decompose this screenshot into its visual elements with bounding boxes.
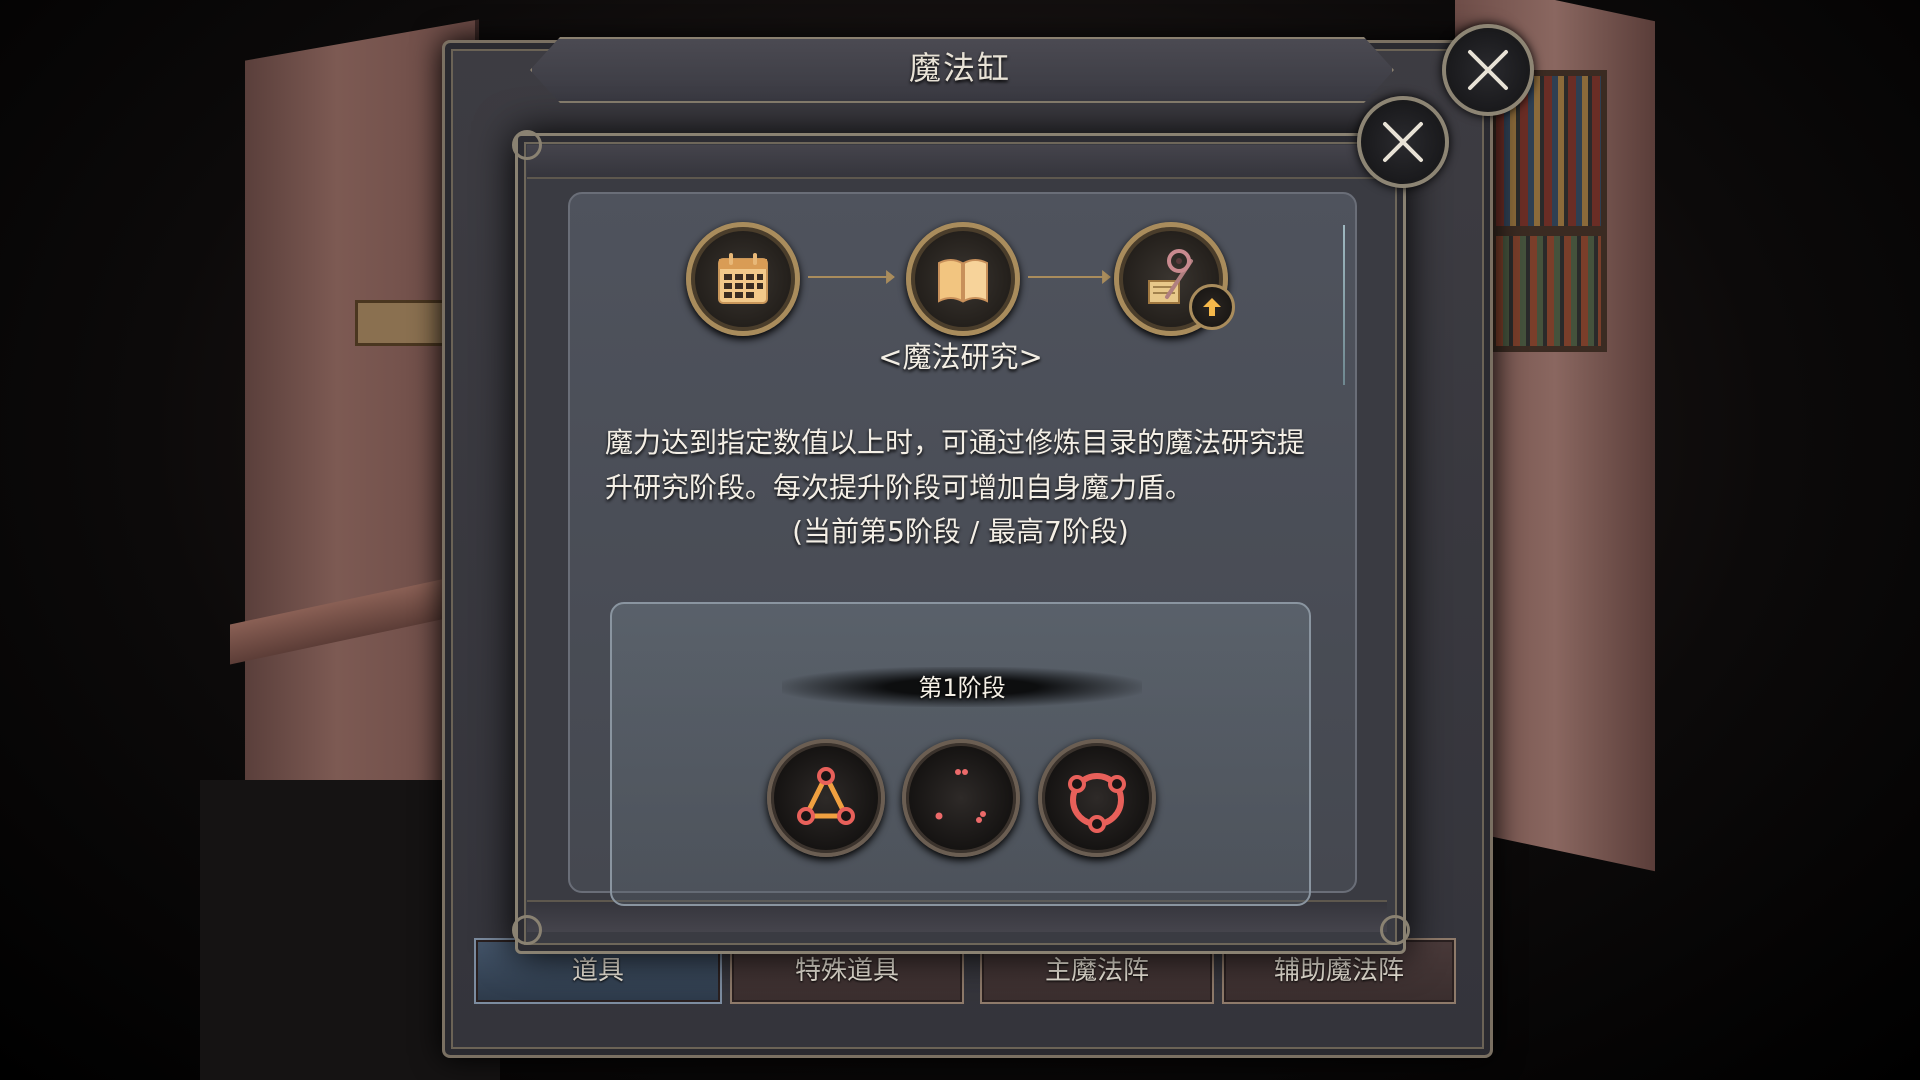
upgrade-badge xyxy=(1189,284,1235,330)
arrow-up-icon xyxy=(1203,298,1221,316)
three-dots-circle-icon xyxy=(935,769,986,823)
corner-ornament xyxy=(512,915,542,945)
game-screen: 魔法缸 道具 特殊道具 主魔法阵 辅助魔法阵 <魔法研究> 魔力达到指定数值以上… xyxy=(0,0,1920,1080)
description-text: 魔力达到指定数值以上时，可通过修炼目录的魔法研究提升研究阶段。每次提升阶段可增加… xyxy=(605,426,1306,504)
close-icon xyxy=(1468,50,1508,90)
calendar-icon xyxy=(718,253,768,304)
dialog-close-button[interactable] xyxy=(1357,96,1449,188)
magic-circle-triangle[interactable] xyxy=(767,739,885,857)
step-arrow xyxy=(808,276,894,278)
step-book xyxy=(906,222,1020,336)
step-arrow xyxy=(1028,276,1110,278)
close-icon xyxy=(1383,122,1423,162)
section-title: <魔法研究> xyxy=(878,340,1043,374)
outer-window-title: 魔法缸 xyxy=(908,49,1011,87)
stage-label: 第1阶段 xyxy=(918,674,1006,702)
corner-ornament xyxy=(1380,915,1410,945)
bookshelf-lower xyxy=(1490,230,1607,352)
magic-circle-dots[interactable] xyxy=(902,739,1020,857)
stage-progress-note: (当前第5阶段 / 最高7阶段) xyxy=(792,515,1129,548)
triangle-circle-icon xyxy=(797,767,855,825)
corner-ornament xyxy=(512,130,542,160)
open-book-icon xyxy=(938,259,988,303)
ring-circle-icon xyxy=(1068,773,1126,833)
step-calendar xyxy=(686,222,800,336)
outer-close-button[interactable] xyxy=(1442,24,1534,116)
dialog-top-strip xyxy=(527,145,1387,179)
magic-circle-ring[interactable] xyxy=(1038,739,1156,857)
